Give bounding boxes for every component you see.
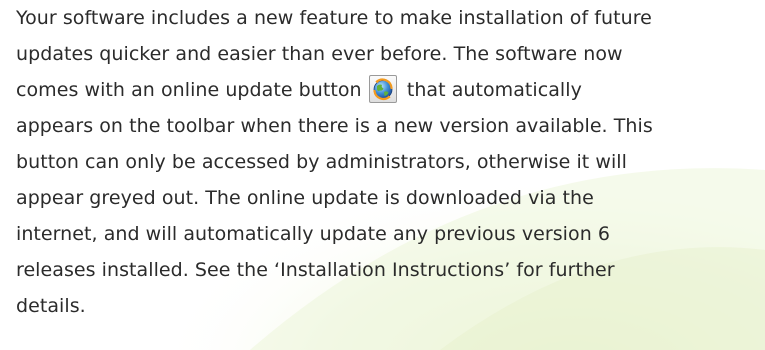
- paragraph-line: details.: [16, 295, 86, 317]
- paragraph-text: comes with an online update button: [16, 79, 362, 101]
- paragraph-line-with-icon: comes with an online update button that …: [16, 75, 582, 106]
- globe-icon: [373, 78, 393, 100]
- paragraph-line: updates quicker and easier than ever bef…: [16, 43, 623, 65]
- paragraph-line: appear greyed out. The online update is …: [16, 187, 594, 209]
- paragraph-line: internet, and will automatically update …: [16, 223, 611, 245]
- paragraph-line: button can only be accessed by administr…: [16, 151, 627, 173]
- online-update-button-icon: [368, 75, 397, 103]
- paragraph-line: appears on the toolbar when there is a n…: [16, 115, 653, 137]
- paragraph-text: that automatically: [406, 79, 582, 101]
- paragraph-line: Your software includes a new feature to …: [16, 7, 652, 29]
- paragraph-line: releases installed. See the ‘Installatio…: [16, 259, 615, 281]
